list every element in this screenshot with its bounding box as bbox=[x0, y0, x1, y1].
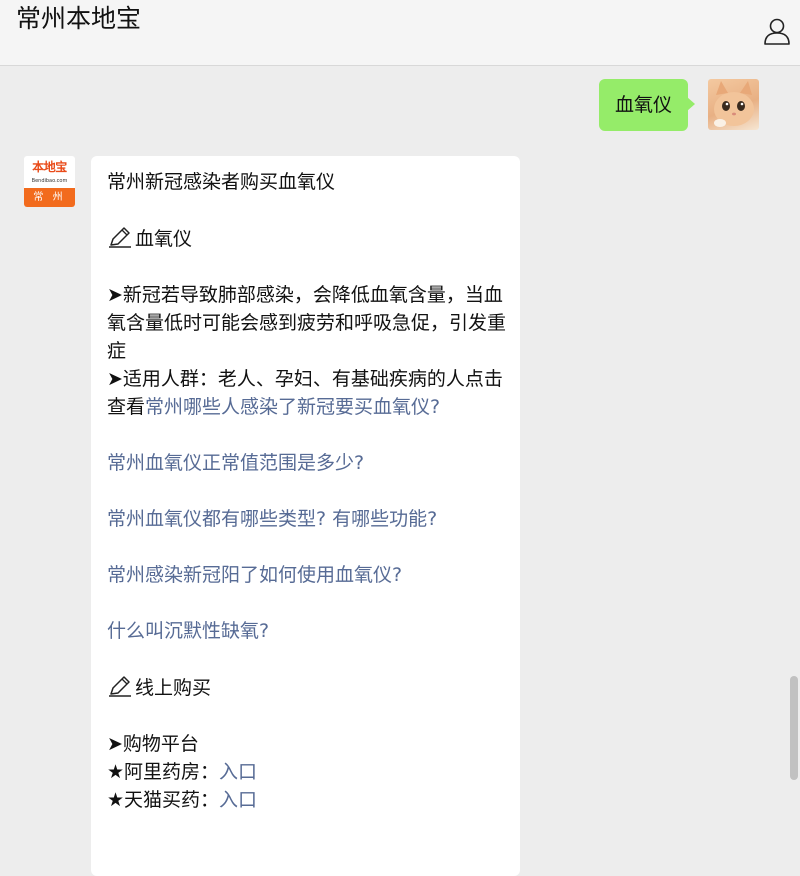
chat-header: 常州本地宝 bbox=[0, 0, 800, 66]
message-title: 常州新冠感染者购买血氧仪 bbox=[107, 171, 336, 193]
platform-name: ★天猫买药： bbox=[107, 789, 220, 811]
outgoing-message-text: 血氧仪 bbox=[615, 94, 673, 116]
incoming-message-content: 常州新冠感染者购买血氧仪 血氧仪 ➤新冠若导致肺部感染，会降低血氧含量，当血氧含… bbox=[107, 168, 507, 814]
platform-item-tmall: ★天猫买药：入口 bbox=[107, 786, 507, 814]
pencil-icon bbox=[109, 676, 131, 697]
link-normal-range[interactable]: 常州血氧仪正常值范围是多少? bbox=[107, 449, 507, 477]
link-tmall-entry[interactable]: 入口 bbox=[219, 789, 257, 811]
platform-heading: ➤购物平台 bbox=[107, 733, 199, 755]
platform-item-ali: ★阿里药房：入口 bbox=[107, 758, 507, 786]
pencil-icon bbox=[109, 227, 131, 248]
link-types-functions[interactable]: 常州血氧仪都有哪些类型? 有哪些功能? bbox=[107, 505, 507, 533]
section-heading-oximeter: 血氧仪 bbox=[107, 224, 507, 253]
link-silent-hypoxia[interactable]: 什么叫沉默性缺氧? bbox=[107, 617, 507, 645]
section-heading-online-purchase: 线上购买 bbox=[107, 673, 507, 702]
link-how-to-use[interactable]: 常州感染新冠阳了如何使用血氧仪? bbox=[107, 561, 507, 589]
bot-avatar[interactable]: 本地宝 Bendibao.com 常 州 bbox=[24, 156, 75, 207]
scrollbar-thumb[interactable] bbox=[790, 676, 798, 780]
outgoing-message-bubble[interactable]: 血氧仪 bbox=[599, 79, 696, 131]
paragraph-infection: ➤新冠若导致肺部感染，会降低血氧含量，当血氧含量低时可能会感到疲劳和呼吸急促，引… bbox=[107, 284, 507, 362]
section-heading-text: 线上购买 bbox=[135, 677, 212, 699]
section-heading-text: 血氧仪 bbox=[135, 228, 193, 250]
user-icon[interactable] bbox=[762, 16, 792, 46]
link-who-needs-oximeter[interactable]: 常州哪些人感染了新冠要买血氧仪? bbox=[145, 396, 440, 418]
my-avatar[interactable] bbox=[708, 79, 759, 130]
cat-photo bbox=[714, 81, 754, 127]
bot-avatar-site: Bendibao.com bbox=[31, 178, 68, 184]
platform-name: ★阿里药房： bbox=[107, 761, 220, 783]
chat-title: 常州本地宝 bbox=[16, 4, 142, 33]
link-ali-entry[interactable]: 入口 bbox=[219, 761, 257, 783]
paragraph-target-group: ➤适用人群：老人、孕妇、有基础疾病的人点击查看常州哪些人感染了新冠要买血氧仪? bbox=[107, 365, 507, 421]
bot-avatar-city: 常 州 bbox=[24, 188, 75, 207]
